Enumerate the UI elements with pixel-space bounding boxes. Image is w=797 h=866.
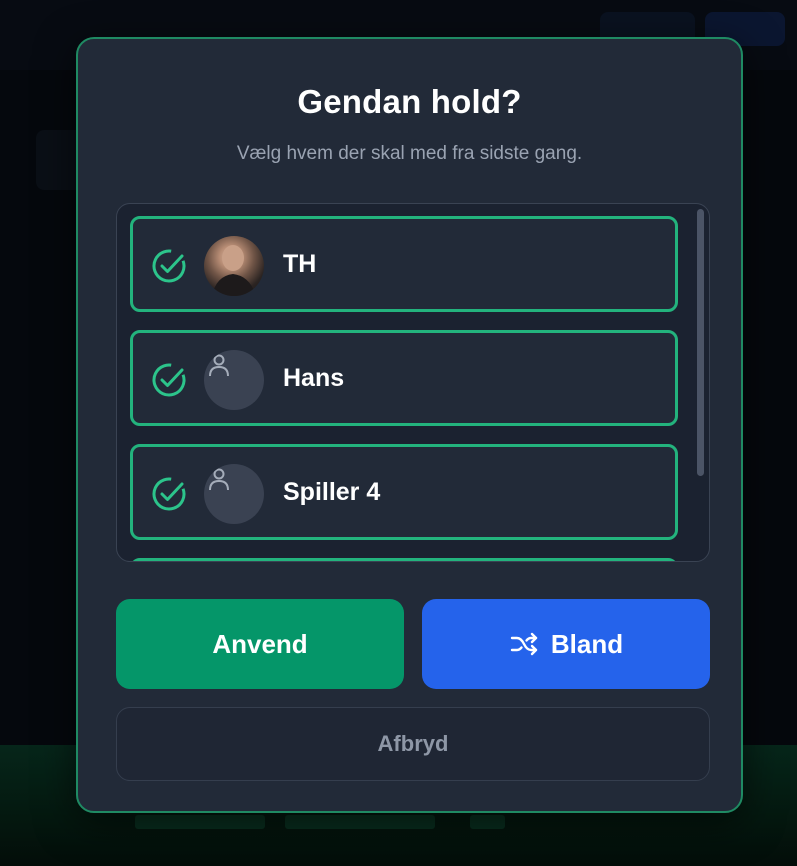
player-name: Hans [283, 364, 345, 392]
shuffle-button-label: Bland [550, 628, 624, 659]
person-icon [209, 354, 229, 377]
player-item[interactable]: Spiller 4 [130, 444, 678, 540]
restore-team-dialog: Gendan hold? Vælg hvem der skal med fra … [76, 37, 743, 813]
background-element [135, 815, 265, 829]
player-name: TH [283, 250, 317, 278]
cancel-button-label: Afbryd [377, 731, 449, 756]
cancel-button[interactable]: Afbryd [116, 707, 710, 781]
background-element [470, 815, 505, 829]
shuffle-icon [510, 632, 538, 656]
background-element [285, 815, 435, 829]
scrollbar[interactable] [697, 209, 704, 476]
avatar [204, 350, 264, 410]
player-name: Spiller 4 [283, 478, 381, 506]
apply-button-label: Anvend [212, 628, 308, 659]
shuffle-button[interactable]: Bland [422, 599, 710, 689]
player-item[interactable] [130, 558, 678, 561]
check-circle-icon [152, 477, 186, 511]
check-circle-icon [152, 249, 186, 283]
dialog-title: Gendan hold? [297, 83, 522, 120]
avatar [204, 464, 264, 524]
avatar [204, 236, 264, 296]
person-icon [209, 468, 229, 491]
dialog-subtitle: Vælg hvem der skal med fra sidste gang. [236, 143, 583, 164]
player-list[interactable]: TH Hans Spiller 4 [116, 203, 710, 562]
check-circle-icon [152, 363, 186, 397]
player-item[interactable]: TH [130, 216, 678, 312]
player-item[interactable]: Hans [130, 330, 678, 426]
avatar-photo [212, 245, 256, 296]
apply-button[interactable]: Anvend [116, 599, 404, 689]
